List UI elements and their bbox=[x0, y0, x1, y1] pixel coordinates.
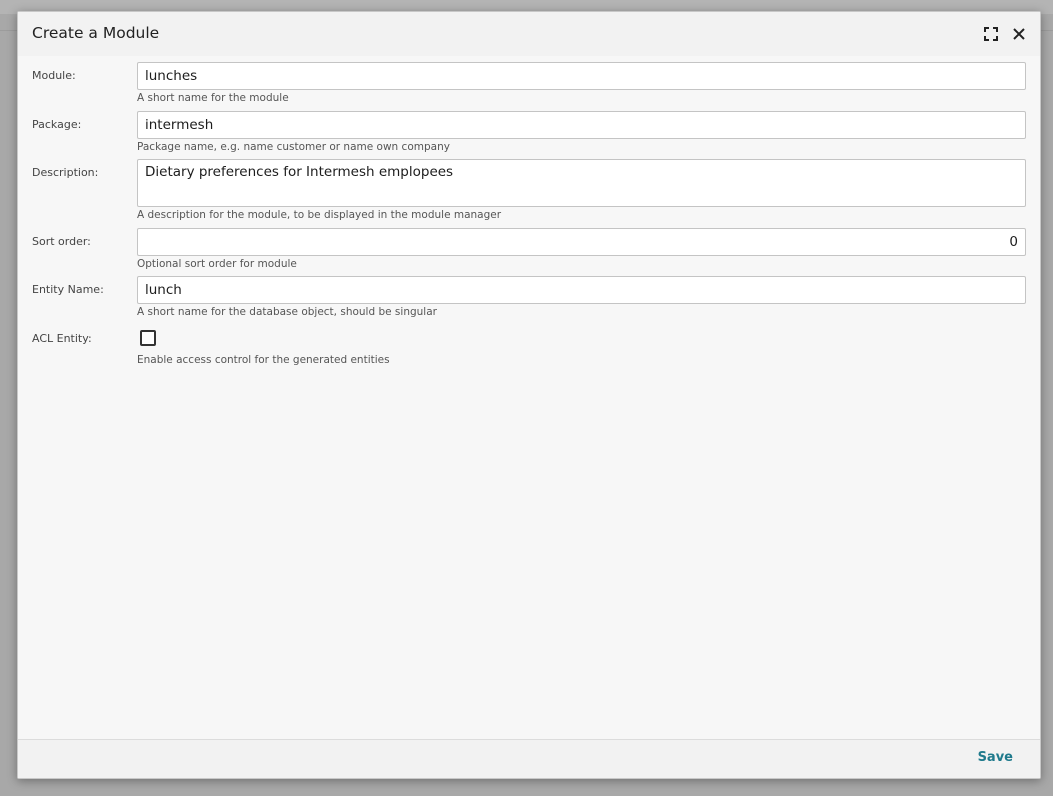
maximize-icon bbox=[984, 27, 998, 41]
package-hint: Package name, e.g. name customer or name… bbox=[137, 141, 450, 153]
save-button[interactable]: Save bbox=[978, 750, 1013, 765]
module-input[interactable] bbox=[137, 62, 1026, 90]
dialog-header: Create a Module bbox=[18, 12, 1040, 56]
sort-order-input[interactable] bbox=[137, 228, 1026, 256]
dialog-footer: Save bbox=[18, 739, 1040, 778]
entity-name-hint: A short name for the database object, sh… bbox=[137, 306, 437, 318]
close-button[interactable] bbox=[1009, 24, 1029, 44]
close-icon bbox=[1013, 28, 1025, 40]
entity-name-input[interactable] bbox=[137, 276, 1026, 304]
acl-entity-hint: Enable access control for the generated … bbox=[137, 354, 390, 366]
acl-entity-label: ACL Entity: bbox=[32, 332, 92, 345]
description-label: Description: bbox=[32, 166, 99, 179]
maximize-button[interactable] bbox=[981, 24, 1001, 44]
dialog-title: Create a Module bbox=[32, 24, 160, 42]
package-label: Package: bbox=[32, 118, 82, 131]
module-label: Module: bbox=[32, 69, 76, 82]
sort-order-hint: Optional sort order for module bbox=[137, 258, 297, 270]
module-hint: A short name for the module bbox=[137, 92, 289, 104]
description-hint: A description for the module, to be disp… bbox=[137, 209, 502, 221]
description-textarea[interactable]: Dietary preferences for Intermesh emplop… bbox=[137, 159, 1026, 207]
acl-entity-checkbox[interactable] bbox=[140, 330, 156, 346]
create-module-dialog: Create a Module Module: A short name for… bbox=[17, 11, 1041, 779]
package-input[interactable] bbox=[137, 111, 1026, 139]
sort-order-label: Sort order: bbox=[32, 235, 91, 248]
entity-name-label: Entity Name: bbox=[32, 283, 104, 296]
